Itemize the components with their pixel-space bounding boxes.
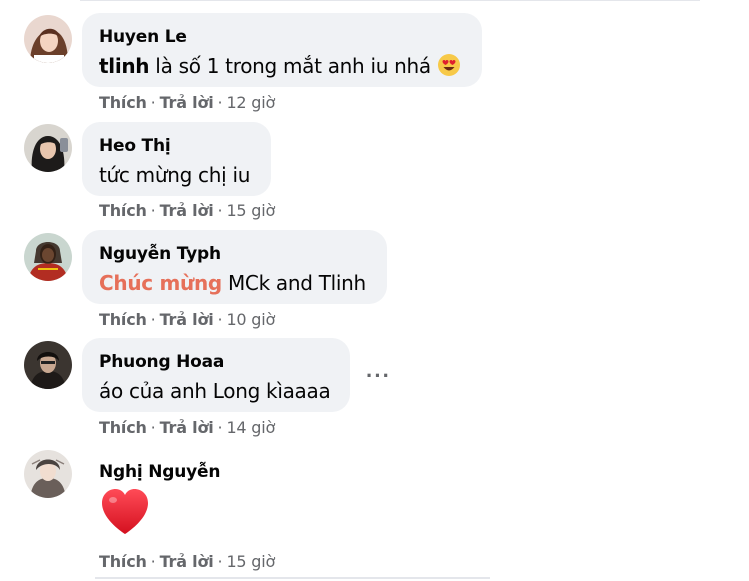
comment-author[interactable]: Phuong Hoaa bbox=[99, 352, 332, 372]
bottom-divider bbox=[95, 577, 490, 579]
comment-author[interactable]: Heo Thị bbox=[99, 136, 253, 156]
reply-button[interactable]: Trả lời bbox=[160, 418, 214, 437]
separator: · bbox=[217, 93, 223, 112]
comment-text: tlinh là số 1 trong mắt anh iu nhá bbox=[99, 53, 464, 79]
separator: · bbox=[217, 418, 223, 437]
reply-button[interactable]: Trả lời bbox=[160, 201, 214, 220]
comment-text: áo của anh Long kìaaaa bbox=[99, 379, 331, 403]
separator: · bbox=[217, 310, 223, 329]
reply-button[interactable]: Trả lời bbox=[160, 93, 214, 112]
like-button[interactable]: Thích bbox=[99, 201, 147, 220]
separator: · bbox=[150, 310, 156, 329]
red-heart-emoji-icon bbox=[100, 488, 150, 541]
comment-author[interactable]: Huyen Le bbox=[99, 27, 464, 47]
comment-bubble: Huyen Le tlinh là số 1 trong mắt anh iu … bbox=[82, 13, 482, 87]
avatar[interactable] bbox=[24, 15, 72, 63]
comment-actions: Thích · Trả lời · 10 giờ bbox=[99, 310, 275, 330]
avatar[interactable] bbox=[24, 233, 72, 281]
like-button[interactable]: Thích bbox=[99, 93, 147, 112]
separator: · bbox=[150, 552, 156, 571]
like-button[interactable]: Thích bbox=[99, 310, 147, 329]
comment-body: MCk and Tlinh bbox=[221, 271, 366, 295]
more-options-icon[interactable]: ··· bbox=[366, 365, 390, 389]
comment-author[interactable]: Nghị Nguyễn bbox=[99, 462, 220, 482]
comment-body: là số 1 trong mắt anh iu nhá bbox=[149, 54, 437, 78]
heart-eyes-emoji-icon bbox=[437, 54, 460, 76]
separator: · bbox=[150, 418, 156, 437]
separator: · bbox=[150, 201, 156, 220]
comment-timestamp[interactable]: 15 giờ bbox=[226, 201, 275, 220]
comment-bubble: Heo Thị tức mừng chị iu bbox=[82, 122, 271, 196]
comment-actions: Thích · Trả lời · 15 giờ bbox=[99, 552, 275, 572]
highlighted-text: Chúc mừng bbox=[99, 271, 222, 295]
avatar[interactable] bbox=[24, 124, 72, 172]
comment-bubble: Phuong Hoaa áo của anh Long kìaaaa bbox=[82, 338, 350, 412]
separator: · bbox=[150, 93, 156, 112]
comment-text: Chúc mừng MCk and Tlinh bbox=[99, 270, 369, 296]
like-button[interactable]: Thích bbox=[99, 418, 147, 437]
comment-bubble: Nguyễn Typh Chúc mừng MCk and Tlinh bbox=[82, 230, 387, 304]
comment-timestamp[interactable]: 15 giờ bbox=[226, 552, 275, 571]
like-button[interactable]: Thích bbox=[99, 552, 147, 571]
avatar[interactable] bbox=[24, 450, 72, 498]
comment-actions: Thích · Trả lời · 15 giờ bbox=[99, 201, 275, 221]
comment-timestamp[interactable]: 12 giờ bbox=[226, 93, 275, 112]
separator: · bbox=[217, 201, 223, 220]
avatar[interactable] bbox=[24, 341, 72, 389]
reply-button[interactable]: Trả lời bbox=[160, 552, 214, 571]
comment-timestamp[interactable]: 10 giờ bbox=[226, 310, 275, 329]
comment-author[interactable]: Nguyễn Typh bbox=[99, 244, 369, 264]
separator: · bbox=[217, 552, 223, 571]
comment-text: tức mừng chị iu bbox=[99, 163, 251, 187]
reply-button[interactable]: Trả lời bbox=[160, 310, 214, 329]
top-divider bbox=[80, 0, 700, 1]
comment-timestamp[interactable]: 14 giờ bbox=[226, 418, 275, 437]
comment-actions: Thích · Trả lời · 14 giờ bbox=[99, 418, 275, 438]
comment-actions: Thích · Trả lời · 12 giờ bbox=[99, 93, 275, 113]
mention-link[interactable]: tlinh bbox=[99, 54, 150, 78]
